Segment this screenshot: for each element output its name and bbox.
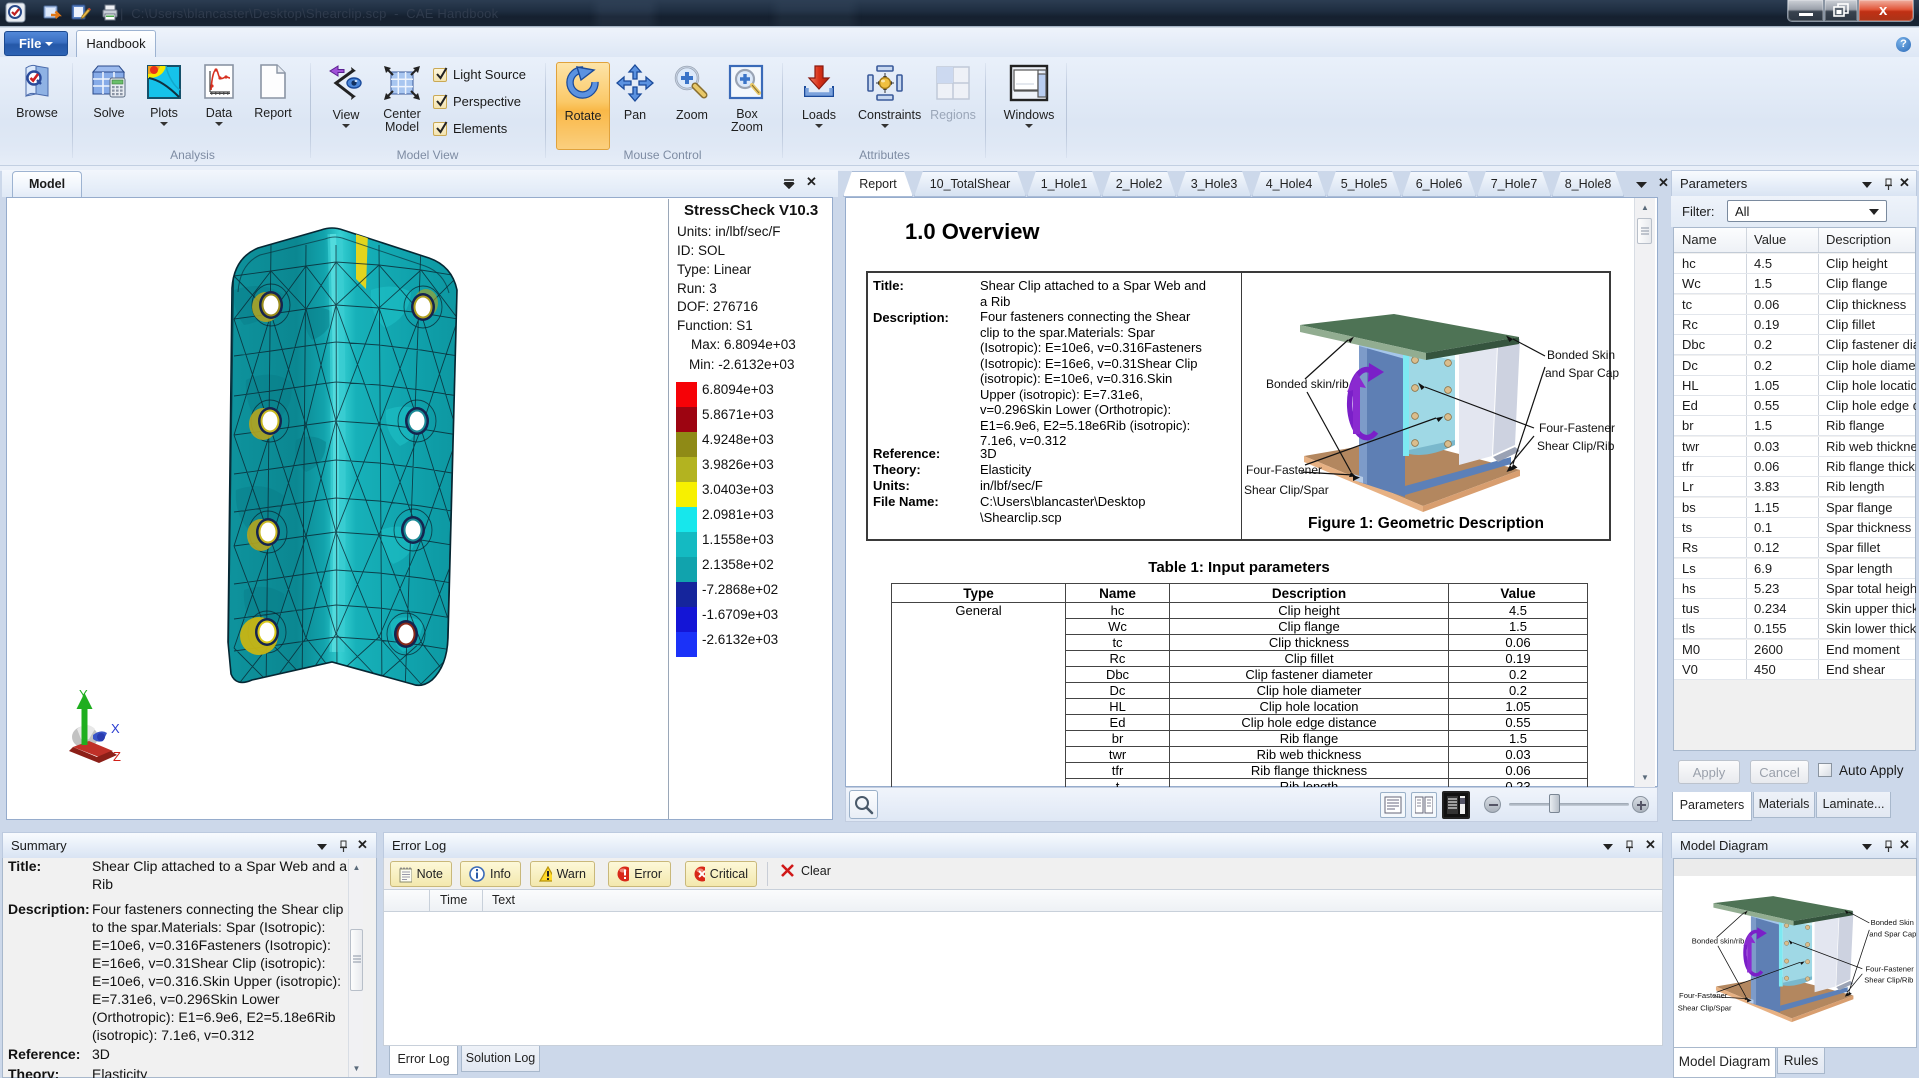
svg-text:X: X [111,721,120,736]
svg-text:Z: Z [113,749,121,764]
svg-text:Y: Y [79,687,88,702]
